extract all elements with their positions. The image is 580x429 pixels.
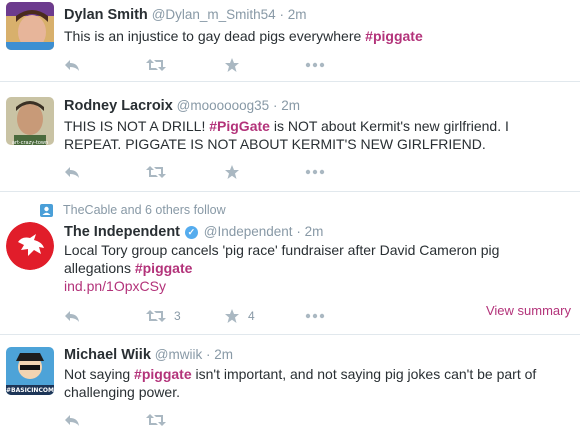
favorite-icon <box>225 165 239 179</box>
tweet: #BASICINCOME Michael Wiik @mwiik · 2m No… <box>0 334 580 426</box>
separator: · <box>202 347 215 362</box>
timestamp[interactable]: 2m <box>281 98 300 113</box>
avatar[interactable]: #BASICINCOME <box>6 347 54 395</box>
reply-button[interactable] <box>64 163 80 181</box>
author-name[interactable]: Michael Wiik <box>64 347 151 363</box>
reply-icon <box>65 167 79 178</box>
author-handle[interactable]: @Dylan_m_Smith54 <box>152 7 276 22</box>
social-context: TheCable and 6 others follow <box>40 203 226 217</box>
hashtag-link[interactable]: #piggate <box>365 28 423 44</box>
follow-context-icon <box>40 203 53 217</box>
more-button[interactable] <box>305 163 325 181</box>
hashtag-link[interactable]: #piggate <box>135 260 193 276</box>
favorite-icon <box>225 58 239 72</box>
tweet-link[interactable]: ind.pn/1OpxCSy <box>64 278 166 294</box>
avatar[interactable] <box>6 222 54 270</box>
timestamp[interactable]: 2m <box>305 224 324 239</box>
favorite-button[interactable] <box>224 56 240 74</box>
tweet: art-crazy-town Rodney Lacroix @moooooog3… <box>0 81 580 192</box>
author-handle[interactable]: @mwiik <box>155 347 202 362</box>
author-name[interactable]: Rodney Lacroix <box>64 98 173 114</box>
hashtag-link[interactable]: #PigGate <box>209 118 270 134</box>
more-icon <box>305 169 325 175</box>
author-name[interactable]: The Independent <box>64 224 180 240</box>
tweet-text: Not saying #piggate isn't important, and… <box>64 366 537 400</box>
tweet-header: The Independent ✓ @Independent · 2m <box>64 223 323 240</box>
timestamp[interactable]: 2m <box>214 347 233 362</box>
retweet-icon <box>146 414 166 426</box>
retweet-icon <box>146 166 166 178</box>
more-icon <box>305 313 325 319</box>
separator: · <box>275 7 288 22</box>
tweet-text: This is an injustice to gay dead pigs ev… <box>64 28 423 44</box>
author-name[interactable]: Dylan Smith <box>64 7 148 23</box>
retweet-count: 3 <box>174 309 181 323</box>
more-button[interactable] <box>305 56 325 74</box>
svg-text:art-crazy-town: art-crazy-town <box>12 140 48 145</box>
more-button[interactable] <box>305 307 325 325</box>
reply-icon <box>65 60 79 71</box>
favorite-button[interactable] <box>224 163 240 181</box>
retweet-icon <box>146 59 166 71</box>
reply-icon <box>65 415 79 426</box>
reply-icon <box>65 311 79 322</box>
favorite-icon <box>225 309 239 323</box>
view-summary-link[interactable]: View summary <box>486 303 571 318</box>
tweet-actions <box>64 56 364 74</box>
separator: · <box>292 224 305 239</box>
retweet-icon <box>146 310 166 322</box>
tweet-header: Rodney Lacroix @moooooog35 · 2m <box>64 97 300 114</box>
tweet-header: Dylan Smith @Dylan_m_Smith54 · 2m <box>64 6 306 23</box>
reply-button[interactable] <box>64 411 80 429</box>
author-handle[interactable]: @Independent <box>204 224 293 239</box>
tweet-actions: 3 4 <box>64 307 364 325</box>
reply-button[interactable] <box>64 307 80 325</box>
tweet: Dylan Smith @Dylan_m_Smith54 · 2m This i… <box>0 0 580 82</box>
separator: · <box>269 98 282 113</box>
retweet-button[interactable] <box>146 163 166 181</box>
retweet-button[interactable] <box>146 411 166 429</box>
tweet-text: THIS IS NOT A DRILL! #PigGate is NOT abo… <box>64 118 509 152</box>
timestamp[interactable]: 2m <box>288 7 307 22</box>
favorite-count: 4 <box>248 309 255 323</box>
retweet-button[interactable] <box>146 56 166 74</box>
tweet-actions <box>64 411 364 429</box>
tweet: TheCable and 6 others follow The Indepen… <box>0 191 580 335</box>
tweet-text: Local Tory group cancels 'pig race' fund… <box>64 242 500 294</box>
author-handle[interactable]: @moooooog35 <box>177 98 270 113</box>
favorite-button[interactable]: 4 <box>224 307 255 325</box>
more-icon <box>305 62 325 68</box>
reply-button[interactable] <box>64 56 80 74</box>
avatar[interactable] <box>6 2 54 50</box>
social-context-text[interactable]: TheCable and 6 others follow <box>63 203 226 217</box>
avatar[interactable]: art-crazy-town <box>6 97 54 145</box>
tweet-header: Michael Wiik @mwiik · 2m <box>64 346 233 363</box>
retweet-button[interactable]: 3 <box>146 307 181 325</box>
verified-icon: ✓ <box>184 226 198 239</box>
hashtag-link[interactable]: #piggate <box>134 366 192 382</box>
tweet-actions <box>64 163 364 181</box>
avatar-caption: #BASICINCOME <box>6 387 54 394</box>
